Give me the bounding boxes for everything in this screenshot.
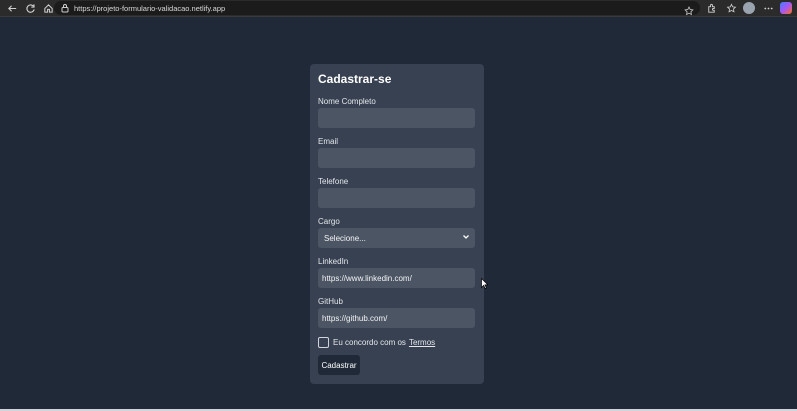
url-text: https://projeto-formulario-validacao.net… <box>74 3 226 13</box>
role-label: Cargo <box>318 217 340 226</box>
role-selected-value: Selecione... <box>324 233 366 243</box>
back-icon[interactable] <box>6 2 18 14</box>
email-label: Email <box>318 137 339 146</box>
favorites-icon[interactable] <box>725 2 737 14</box>
copilot-icon[interactable] <box>780 2 792 14</box>
address-bar[interactable]: https://projeto-formulario-validacao.net… <box>54 1 700 16</box>
form-title: Cadastrar-se <box>318 72 392 86</box>
phone-field[interactable] <box>318 188 475 208</box>
mouse-cursor-icon <box>481 278 488 289</box>
terms-row: Eu concordo com os Termos <box>318 337 435 348</box>
linkedin-field[interactable]: https://www.linkedin.com/ <box>318 268 475 288</box>
more-options-icon[interactable] <box>762 2 774 14</box>
github-field[interactable]: https://github.com/ <box>318 308 475 328</box>
favorite-star-icon[interactable] <box>684 3 694 16</box>
browser-toolbar: https://projeto-formulario-validacao.net… <box>0 0 797 17</box>
profile-avatar-icon[interactable] <box>743 2 755 14</box>
role-select[interactable]: Selecione... <box>318 228 475 248</box>
linkedin-label: LinkedIn <box>318 257 349 266</box>
home-icon[interactable] <box>42 2 54 14</box>
terms-text: Eu concordo com os <box>333 338 406 347</box>
terms-link[interactable]: Termos <box>409 338 435 347</box>
extensions-icon[interactable] <box>705 2 717 14</box>
signup-form-card: Cadastrar-se Nome Completo Email Telefon… <box>310 64 484 384</box>
reload-icon[interactable] <box>24 2 36 14</box>
terms-checkbox[interactable] <box>318 337 329 348</box>
submit-button[interactable]: Cadastrar <box>318 355 360 375</box>
github-label: GitHub <box>318 297 343 306</box>
lock-icon <box>60 3 70 13</box>
name-label: Nome Completo <box>318 97 376 106</box>
name-field[interactable] <box>318 108 475 128</box>
email-field[interactable] <box>318 148 475 168</box>
phone-label: Telefone <box>318 177 349 186</box>
chevron-down-icon <box>462 233 470 241</box>
